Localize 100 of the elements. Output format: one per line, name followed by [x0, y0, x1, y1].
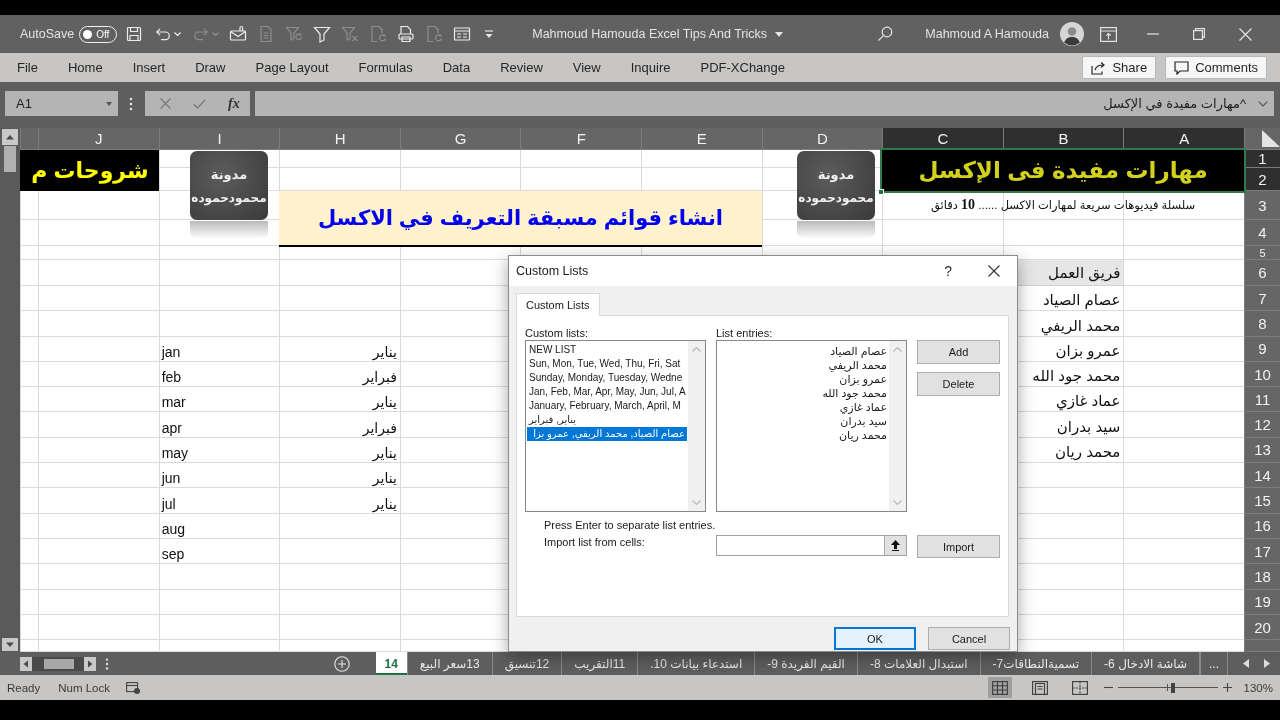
next-sheet-icon[interactable]	[1264, 659, 1270, 668]
envelope-icon[interactable]	[229, 25, 248, 43]
caret-icon[interactable]	[775, 31, 784, 37]
column-header[interactable]: D	[761, 128, 883, 150]
column-header[interactable]: A	[1123, 128, 1244, 150]
column-header[interactable]: C	[882, 128, 1003, 150]
row-header[interactable]: 3	[1244, 191, 1280, 220]
row-header[interactable]: 13	[1244, 437, 1280, 464]
scroll-down-icon[interactable]	[2, 638, 18, 651]
row-header[interactable]: 4	[1244, 220, 1280, 246]
check-icon[interactable]	[193, 98, 206, 109]
save-icon[interactable]	[125, 25, 144, 43]
month-name: يناير	[372, 470, 397, 487]
caret-icon[interactable]	[106, 101, 112, 106]
row-header[interactable]: 20	[1244, 614, 1280, 641]
name-box[interactable]: A1	[5, 91, 118, 116]
dialog-button[interactable]: Cancel	[928, 627, 1010, 650]
row-header[interactable]: 8	[1244, 311, 1280, 337]
list-item[interactable]: January, February, March, April, M	[527, 399, 683, 413]
row-header[interactable]: 1	[1244, 150, 1280, 168]
ribbon-tab[interactable]: View	[557, 53, 616, 82]
scroll-up-icon[interactable]	[2, 129, 18, 145]
row-header[interactable]: 12	[1244, 412, 1280, 438]
collapse-button[interactable]	[884, 536, 906, 555]
column-header[interactable]: G	[399, 128, 521, 150]
list-item[interactable]: NEW LIST	[527, 343, 579, 357]
ribbon-tab[interactable]: Draw	[180, 53, 241, 82]
customize-caret-icon[interactable]	[484, 29, 495, 39]
up-arrow-icon[interactable]	[891, 540, 900, 551]
macro-record-icon[interactable]	[126, 680, 142, 695]
import-range-field[interactable]	[716, 535, 907, 556]
column-header[interactable]: E	[641, 128, 762, 150]
form-icon[interactable]	[453, 25, 472, 43]
row-header[interactable]: 2	[1244, 168, 1280, 191]
row-header[interactable]: 6	[1244, 260, 1280, 286]
vertical-dots-icon[interactable]	[105, 657, 109, 670]
ribbon-tab[interactable]: Home	[52, 53, 118, 82]
search-icon[interactable]	[877, 26, 894, 42]
ribbon-display-icon[interactable]	[1099, 26, 1117, 42]
dialog-button[interactable]: Import	[917, 535, 1000, 558]
column-header[interactable]: J	[38, 128, 159, 150]
list-item[interactable]: Sun, Mon, Tue, Wed, Thu, Fri, Sat	[527, 357, 683, 371]
dialog-button[interactable]: Add	[917, 340, 1000, 364]
row-header[interactable]: 9	[1244, 336, 1280, 362]
sheet-tab[interactable]: 14	[375, 652, 408, 675]
comments-button[interactable]: Comments	[1165, 56, 1267, 79]
column-header[interactable]: I	[158, 128, 280, 150]
row-header[interactable]: 15	[1244, 488, 1280, 514]
ribbon-tab[interactable]: Formulas	[343, 53, 428, 82]
ribbon-tab[interactable]: Inquire	[615, 53, 686, 82]
ribbon-tab[interactable]: Data	[427, 53, 486, 82]
column-header[interactable]: F	[520, 128, 642, 150]
close-icon[interactable]	[988, 265, 1000, 277]
scroll-left-icon[interactable]	[20, 656, 32, 671]
undo-icon[interactable]	[153, 25, 172, 43]
triangle-icon[interactable]	[1262, 130, 1280, 147]
list-entry: سيد بدران	[840, 414, 887, 428]
print-preview-icon[interactable]	[397, 25, 416, 43]
ribbon-tab[interactable]: File	[2, 53, 53, 82]
formula-input[interactable]: ^مهارات مفيدة في الإكسل	[255, 91, 1274, 116]
dialog-button[interactable]: Delete	[917, 372, 1000, 396]
row-header[interactable]: 7	[1244, 286, 1280, 312]
ribbon-tab[interactable]: PDF-XChange	[685, 53, 801, 82]
restore-icon[interactable]	[1193, 28, 1205, 40]
insert-function-button[interactable]: fx	[228, 95, 240, 112]
scrollbar-thumb[interactable]	[44, 658, 74, 669]
filter-icon[interactable]	[313, 25, 332, 43]
scrollbar-thumb[interactable]	[4, 146, 16, 172]
slider-thumb[interactable]	[1170, 682, 1175, 693]
scroll-right-icon[interactable]	[84, 656, 96, 671]
row-header[interactable]: 16	[1244, 513, 1280, 539]
dialog-tab[interactable]: Custom Lists	[516, 293, 600, 316]
help-button[interactable]: ?	[944, 263, 952, 279]
row-header[interactable]: 18	[1244, 564, 1280, 590]
avatar-icon[interactable]	[1060, 22, 1084, 46]
select-all-button[interactable]	[1244, 128, 1280, 150]
ribbon-tab[interactable]: Page Layout	[240, 53, 344, 82]
row-header[interactable]: 10	[1244, 361, 1280, 388]
row-header[interactable]: 19	[1244, 589, 1280, 615]
list-item[interactable]: Jan, Feb, Mar, Apr, May, Jun, Jul, A	[527, 385, 688, 399]
vertical-dots-icon[interactable]	[129, 97, 133, 111]
speech-bubble-icon	[1174, 60, 1190, 75]
zoom-in-icon[interactable]	[1222, 683, 1232, 692]
ribbon-tab[interactable]: Insert	[117, 53, 181, 82]
column-header[interactable]: H	[279, 128, 400, 150]
share-button[interactable]: Share	[1082, 56, 1157, 79]
fill-handle[interactable]	[878, 189, 885, 195]
ribbon-tab[interactable]: Review	[485, 53, 558, 82]
row-header[interactable]: 11	[1244, 387, 1280, 413]
team-member-name: سيد بدران	[1056, 417, 1121, 436]
row-header[interactable]: 14	[1244, 463, 1280, 489]
expand-icon[interactable]	[1258, 100, 1268, 107]
previous-sheet-icon[interactable]	[1243, 659, 1249, 668]
list-item[interactable]: Sunday, Monday, Tuesday, Wedne	[527, 371, 685, 385]
row-header[interactable]: 17	[1244, 538, 1280, 565]
add-sheet-icon[interactable]	[333, 655, 350, 672]
row-header[interactable]: 5	[1244, 246, 1280, 260]
dialog-button[interactable]: OK	[834, 627, 916, 650]
list-item[interactable]: يناير, فبراير	[527, 413, 579, 427]
list-item[interactable]: عصام الصياد, محمد الريفي, عمرو بزا	[527, 427, 687, 441]
